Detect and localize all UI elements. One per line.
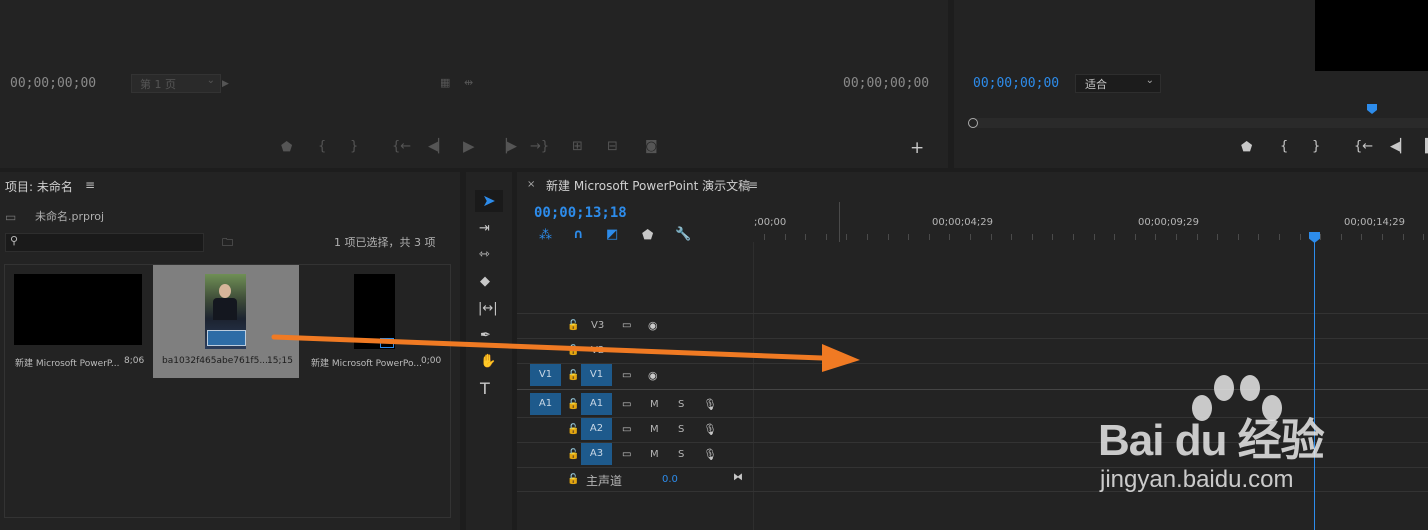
baidu-watermark: Bai du 经验 jingyan.baidu.com xyxy=(1090,370,1420,500)
watermark-url: jingyan.baidu.com xyxy=(1100,466,1294,493)
watermark-brand: Bai du 经验 xyxy=(1098,416,1325,465)
